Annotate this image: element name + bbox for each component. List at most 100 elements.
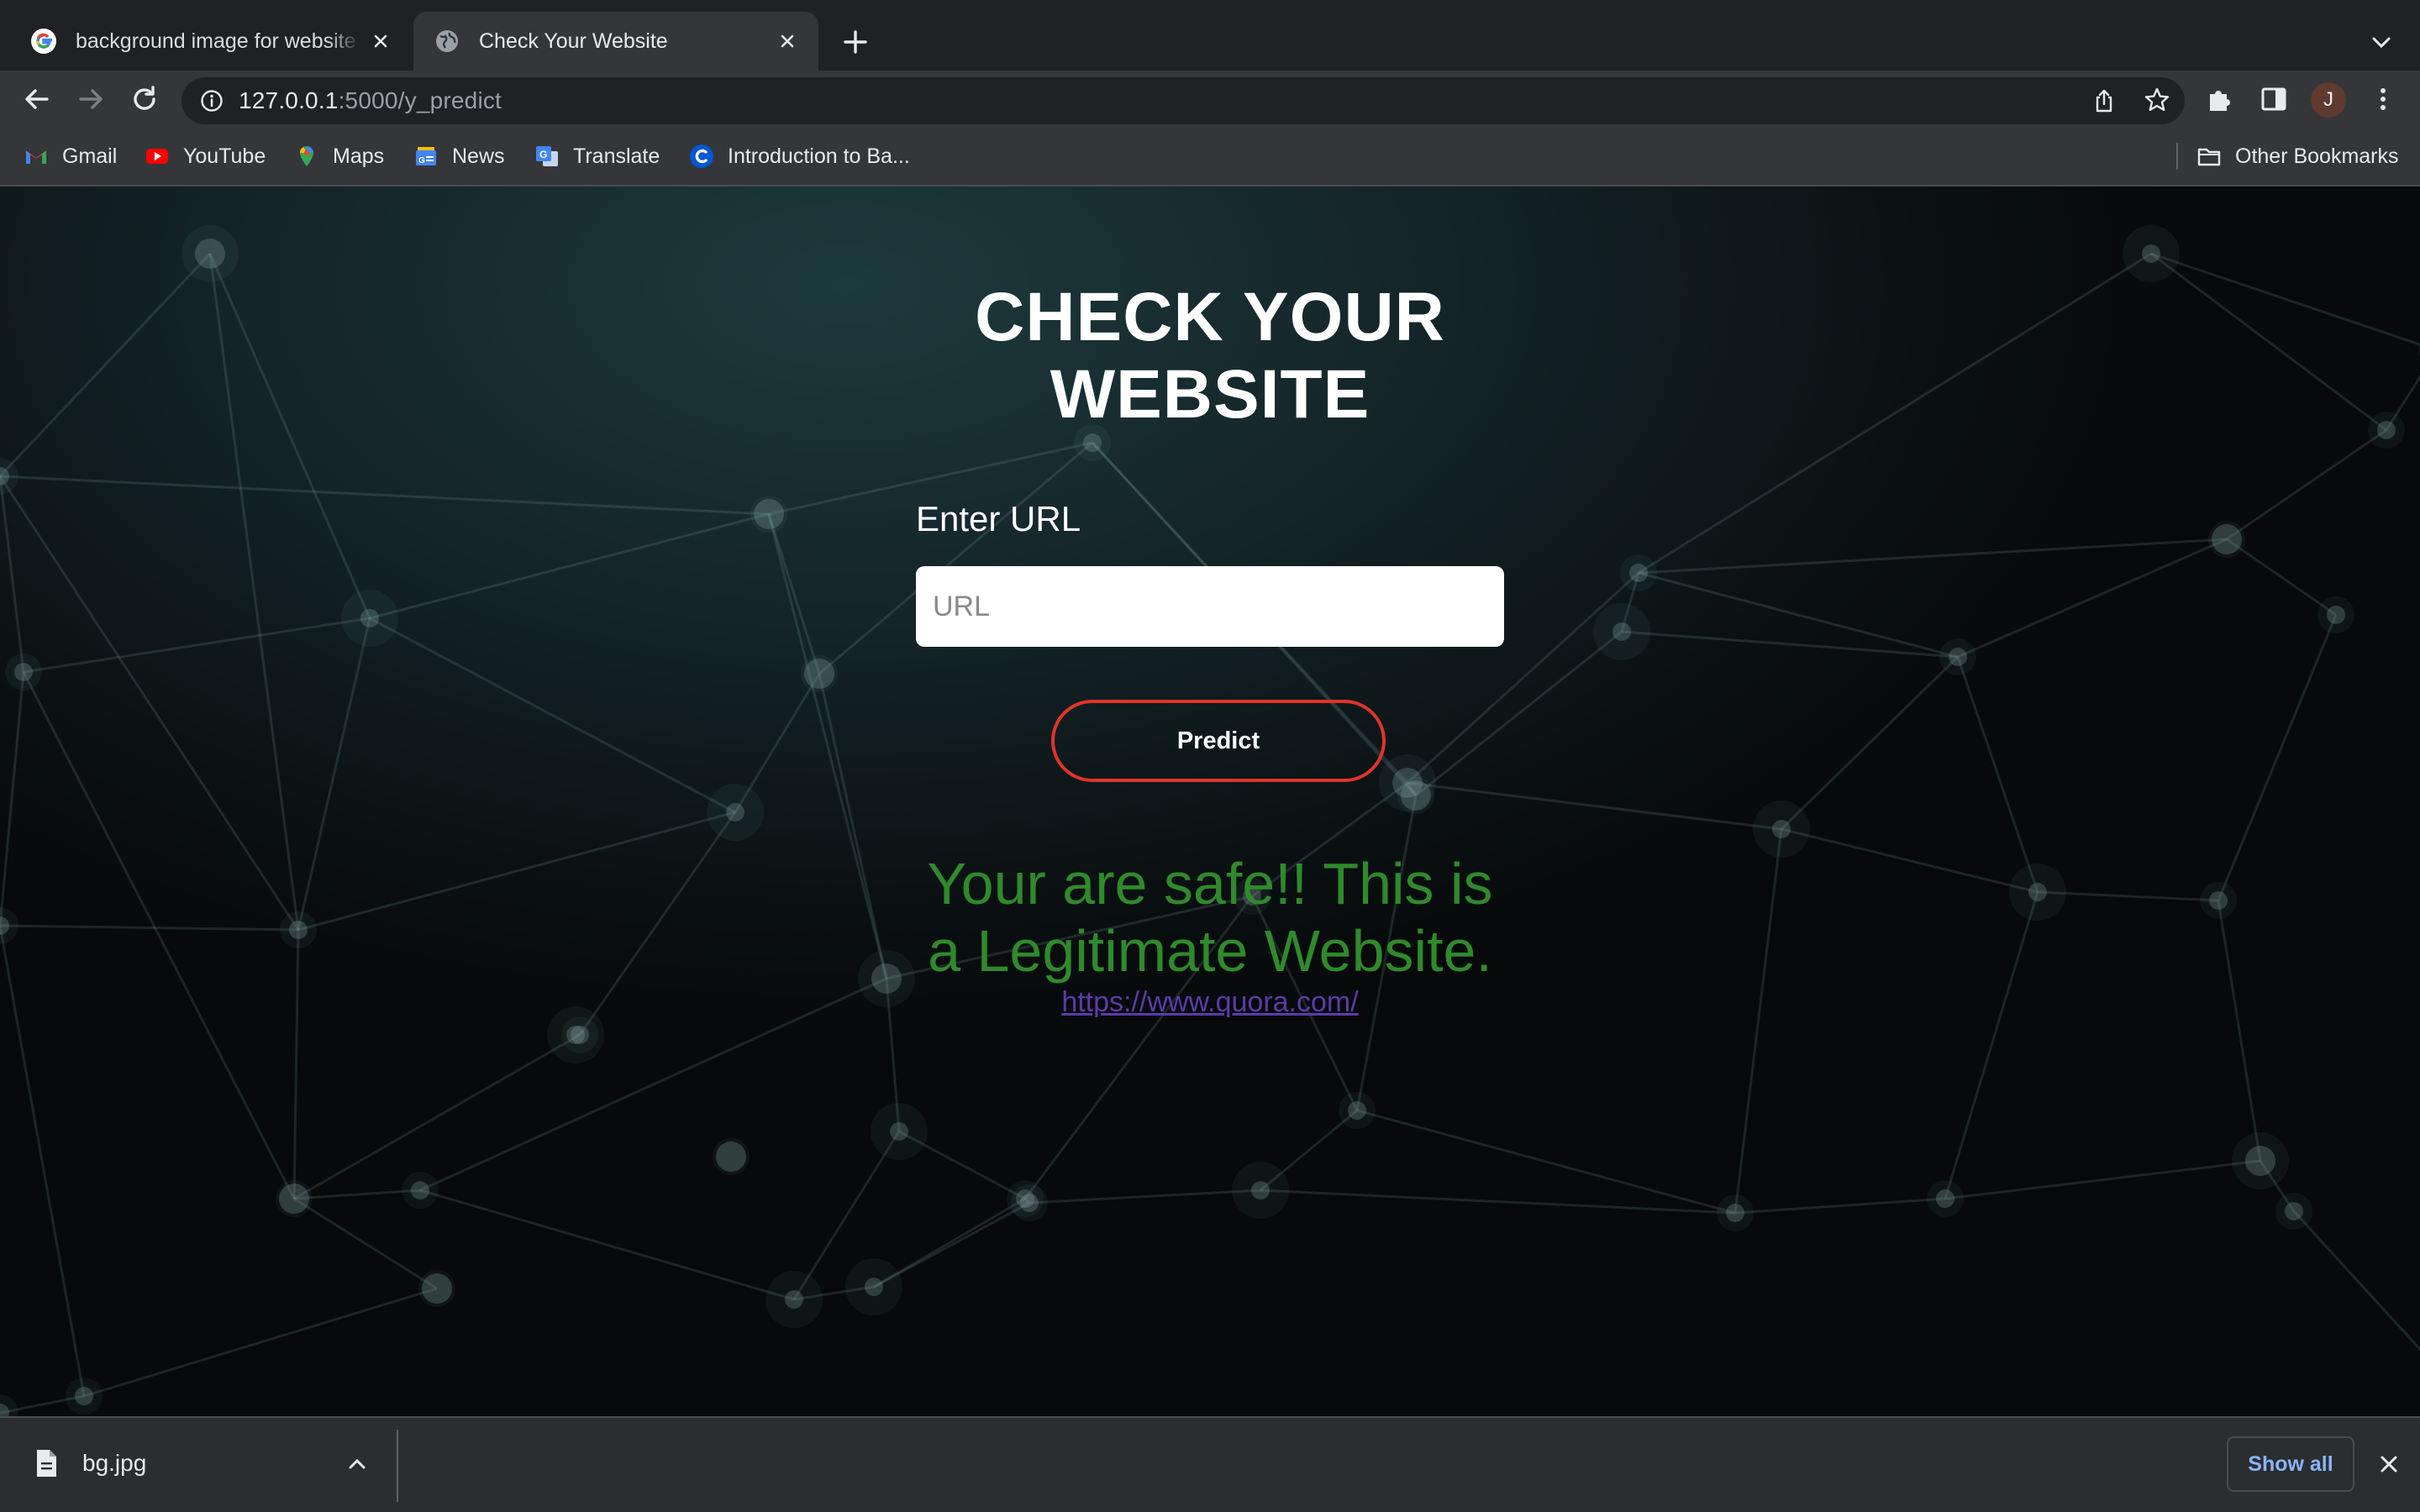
- bookmark-translate[interactable]: G Translate: [534, 141, 660, 171]
- network-node: [754, 499, 784, 529]
- network-node: [804, 659, 834, 689]
- network-line: [0, 475, 300, 931]
- chevron-up-icon[interactable]: [345, 1452, 370, 1477]
- network-node: [14, 663, 33, 681]
- network-node: [2212, 524, 2242, 554]
- url-input[interactable]: [916, 566, 1504, 647]
- network-line: [23, 617, 371, 674]
- network-line: [292, 929, 300, 1200]
- network-node: [289, 921, 308, 939]
- tab-close-icon[interactable]: [370, 30, 392, 52]
- network-node: [2142, 244, 2160, 263]
- network-node: [195, 239, 225, 269]
- network-line: [1638, 538, 2228, 575]
- network-node: [1401, 780, 1431, 811]
- gmail-icon: [26, 150, 46, 164]
- bookmark-label: Introduction to Ba...: [728, 144, 910, 168]
- network-line: [22, 671, 296, 1200]
- tab-background-image-search[interactable]: background image for website: [12, 12, 410, 71]
- extensions-puzzle-icon[interactable]: [2205, 84, 2235, 114]
- more-menu-icon[interactable]: [2368, 84, 2398, 114]
- side-panel-icon[interactable]: [2259, 84, 2289, 114]
- result-line-1: Your are safe!! This is: [927, 851, 1493, 916]
- svg-text:G: G: [418, 156, 425, 165]
- network-node: [1629, 564, 1648, 582]
- network-line: [369, 512, 770, 620]
- network-line: [0, 924, 299, 932]
- folder-icon: [2197, 148, 2221, 166]
- network-node: [1936, 1189, 1954, 1208]
- network-line: [1407, 781, 1782, 831]
- download-shelf: bg.jpg Show all: [0, 1416, 2420, 1512]
- network-line: [1957, 538, 2228, 659]
- profile-avatar[interactable]: J: [2311, 82, 2346, 118]
- network-node: [279, 1184, 309, 1214]
- network-line: [1415, 630, 1623, 797]
- forward-arrow-icon[interactable]: [74, 82, 108, 116]
- prediction-result: Your are safe!! This is a Legitimate Web…: [882, 850, 1538, 984]
- network-node: [566, 1026, 585, 1044]
- bookmark-youtube[interactable]: YouTube: [145, 141, 266, 171]
- network-line: [1944, 1159, 2261, 1200]
- network-line: [369, 617, 736, 814]
- network-node: [360, 609, 379, 627]
- predict-button[interactable]: Predict: [1051, 700, 1386, 782]
- bookmark-gmail[interactable]: Gmail: [24, 141, 117, 171]
- network-node: [2327, 606, 2345, 624]
- info-icon[interactable]: [200, 89, 224, 113]
- chevron-down-icon[interactable]: [2368, 29, 2395, 55]
- show-all-button[interactable]: Show all: [2227, 1436, 2354, 1492]
- bookmark-label: YouTube: [183, 144, 266, 168]
- reload-icon[interactable]: [128, 82, 161, 116]
- close-icon[interactable]: [2375, 1450, 2403, 1478]
- bookmark-maps[interactable]: Maps: [294, 141, 384, 171]
- bookmarks-bar: Gmail YouTube Maps G News G Translate In…: [0, 128, 2420, 186]
- bookmark-label: Translate: [573, 144, 660, 168]
- network-line: [1028, 1189, 1261, 1205]
- bookmark-news[interactable]: G News: [413, 141, 505, 171]
- network-node: [1348, 1101, 1366, 1120]
- network-node: [1612, 622, 1631, 641]
- bookmark-label: Gmail: [62, 144, 118, 168]
- browser-toolbar: 127.0.0.1:5000/y_predict J: [0, 71, 2420, 128]
- network-line: [297, 811, 736, 932]
- network-node: [411, 1181, 429, 1200]
- network-node: [726, 803, 744, 822]
- back-arrow-icon[interactable]: [20, 82, 54, 116]
- network-line: [767, 513, 888, 979]
- network-line: [818, 673, 888, 979]
- network-line: [1944, 891, 2039, 1200]
- address-bar[interactable]: 127.0.0.1:5000/y_predict: [182, 77, 2185, 124]
- network-node: [716, 1142, 746, 1172]
- share-icon[interactable]: [2091, 87, 2118, 114]
- download-file-name[interactable]: bg.jpg: [82, 1450, 146, 1477]
- globe-icon: [436, 30, 458, 52]
- network-node: [1726, 1204, 1744, 1222]
- network-node: [1772, 820, 1791, 838]
- bookmark-star-icon[interactable]: [2143, 86, 2171, 114]
- new-tab-plus-icon[interactable]: [839, 25, 872, 59]
- network-node: [2028, 883, 2047, 901]
- tab-close-icon[interactable]: [776, 30, 798, 52]
- network-line: [293, 1033, 581, 1200]
- tab-check-your-website[interactable]: Check Your Website: [413, 12, 818, 71]
- other-bookmarks-folder[interactable]: Other Bookmarks: [2196, 141, 2399, 171]
- news-icon: G: [416, 147, 436, 165]
- network-line: [2292, 1210, 2420, 1352]
- youtube-icon: [146, 149, 168, 164]
- bookmarks-divider: [2176, 143, 2178, 170]
- network-line: [767, 513, 821, 675]
- network-line: [1780, 655, 1960, 831]
- network-node: [2209, 891, 2228, 910]
- network-line: [1956, 656, 2039, 893]
- result-link[interactable]: https://www.quora.com/: [1061, 986, 1358, 1018]
- tab-title: background image for website: [76, 29, 356, 53]
- bookmark-coursera[interactable]: Introduction to Ba...: [689, 141, 910, 171]
- network-node: [2285, 1202, 2303, 1221]
- network-node: [2245, 1146, 2275, 1176]
- file-icon: [37, 1450, 56, 1477]
- network-line: [1734, 1197, 1946, 1215]
- network-line: [1733, 828, 1783, 1214]
- address-url[interactable]: 127.0.0.1:5000/y_predict: [239, 87, 502, 114]
- svg-text:G: G: [539, 149, 547, 160]
